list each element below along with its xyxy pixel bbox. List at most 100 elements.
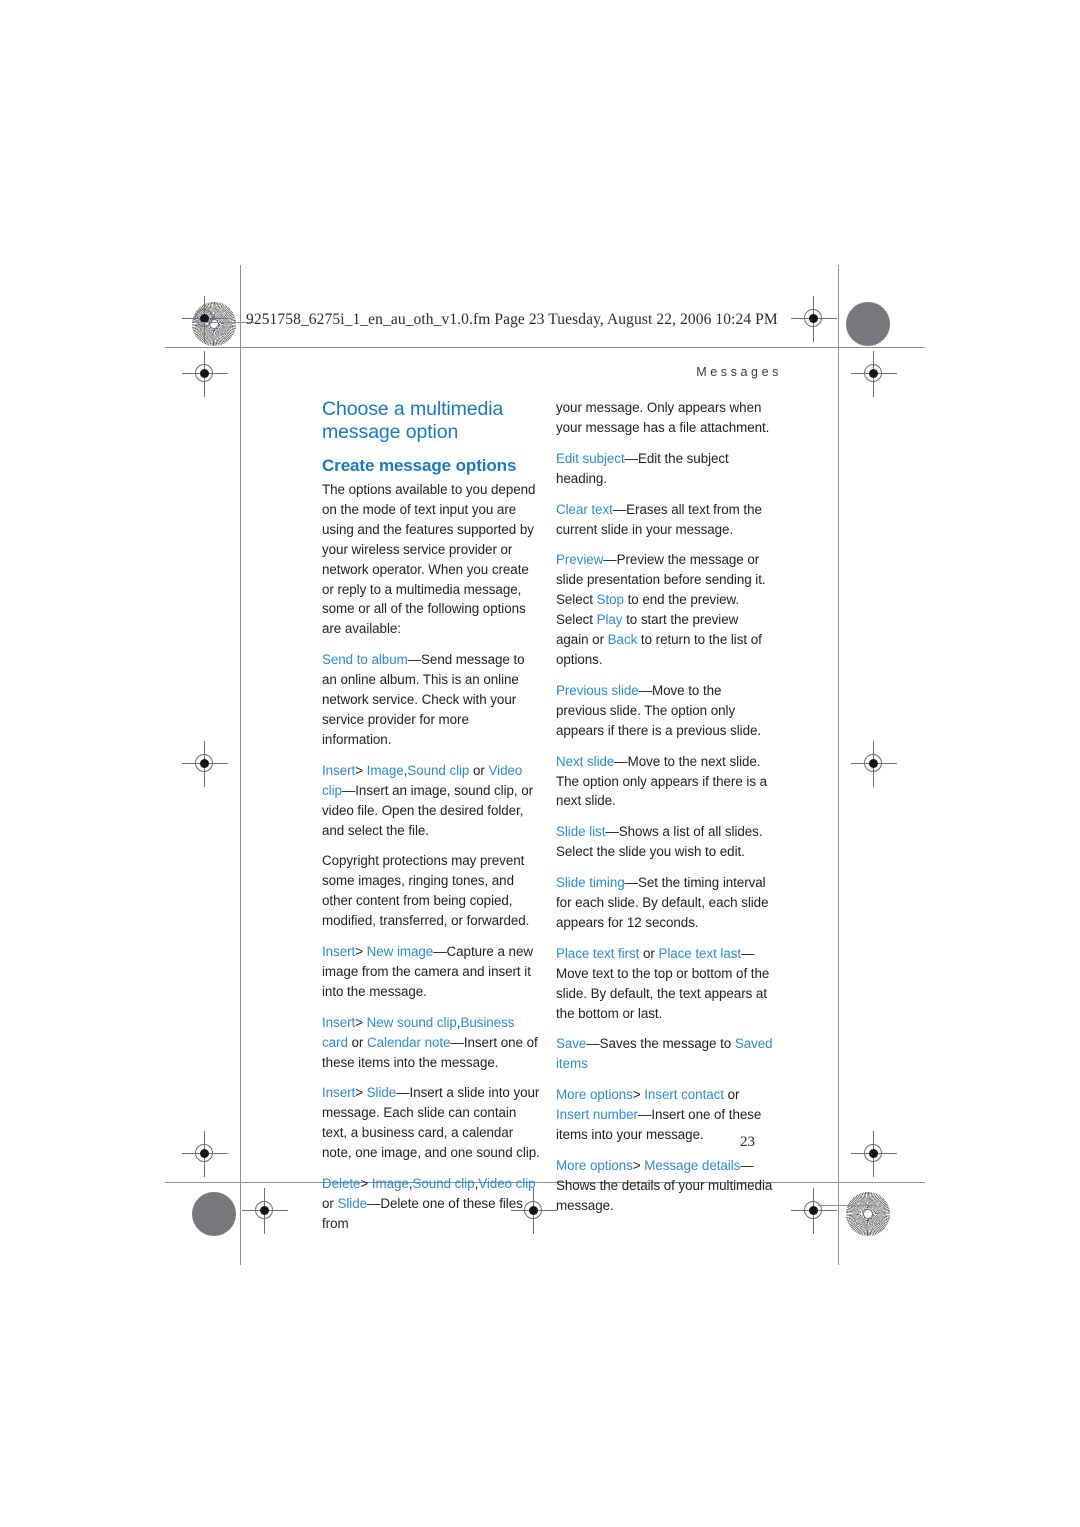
paragraph-next-slide: Next slide—Move to the next slide. The o…: [556, 752, 774, 812]
body-text: or: [639, 945, 659, 961]
menu-term: Save: [556, 1036, 587, 1052]
menu-term: More options: [556, 1158, 633, 1173]
right-column: your message. Only appears when your mes…: [556, 398, 774, 1216]
body-text: >: [632, 1158, 641, 1173]
registration-target-top-right-lower: [851, 351, 897, 397]
paragraph-edit-subject: Edit subject—Edit the subject heading.: [556, 449, 774, 489]
dash-separator: —: [624, 450, 638, 466]
menu-term: Message details: [640, 1158, 741, 1173]
menu-term: New sound clip: [362, 1014, 457, 1030]
dash-separator: —: [741, 945, 755, 961]
trim-line-bottom-short-right: [818, 1205, 876, 1207]
dash-separator: —: [586, 1036, 600, 1052]
registration-target-mid-right: [851, 741, 897, 787]
body-text: Copyright protections may prevent some i…: [322, 853, 530, 929]
paragraph-preview: Preview—Preview the message or slide pre…: [556, 550, 774, 669]
paragraph-insert-image: Insert> Image,Sound clip or Video clip—I…: [322, 761, 540, 841]
menu-term: Stop: [596, 592, 624, 608]
trim-line-left-vertical: [240, 265, 242, 1265]
menu-term: Insert: [322, 762, 356, 778]
trim-line-top-horizontal: [165, 347, 925, 349]
gray-density-patch-bottom-left: [192, 1192, 236, 1236]
body-text: >: [632, 1087, 641, 1103]
trim-line-bottom-horizontal: [165, 1182, 925, 1184]
dash-separator: —: [407, 652, 422, 668]
menu-term: Insert: [322, 944, 356, 960]
menu-term: Place text last: [658, 945, 742, 961]
paragraph-clear-text: Clear text—Erases all text from the curr…: [556, 500, 774, 540]
body-text: Shows the details of your multimedia mes…: [556, 1177, 773, 1213]
menu-term: Sound clip: [412, 1176, 475, 1192]
menu-term: Insert number: [556, 1107, 638, 1123]
menu-term: Insert: [322, 1014, 356, 1030]
paragraph-slide-list: Slide list—Shows a list of all slides. S…: [556, 822, 774, 862]
registration-target-bottom-left-lower: [242, 1188, 288, 1234]
right-column-paragraphs: your message. Only appears when your mes…: [556, 398, 774, 1216]
paragraph-more-options-message-details: More options> Message details— Shows the …: [556, 1156, 774, 1216]
menu-term: Back: [607, 632, 638, 648]
paragraph-send-to-album: Send to album—Send message to an online …: [322, 650, 540, 750]
body-text: Move text to the top or bottom of the sl…: [556, 965, 770, 1021]
dash-separator: —: [605, 824, 619, 840]
paragraph-save: Save—Saves the message to Saved items: [556, 1034, 774, 1074]
registration-target-bottom-right-lower: [791, 1188, 837, 1234]
page-title: Choose a multimedia message option: [322, 398, 504, 443]
registration-target-bottom-right: [851, 1131, 897, 1177]
paragraph-delete: Delete> Image,Sound clip,Video clip or S…: [322, 1174, 540, 1234]
registration-target-top-slug: [182, 296, 228, 342]
paragraph-intro: The options available to you depend on t…: [322, 480, 540, 639]
menu-term: Calendar note: [367, 1034, 451, 1050]
registration-target-top-left: [182, 351, 228, 397]
body-text: The options available to you depend on t…: [322, 482, 536, 637]
registration-target-bottom-left: [182, 1131, 228, 1177]
body-text: >: [355, 1014, 363, 1030]
body-text: or: [322, 1196, 338, 1212]
file-slug-line: 9251758_6275i_1_en_au_oth_v1.0.fm Page 2…: [246, 311, 778, 328]
paragraph-insert-new-sound-clip: Insert> New sound clip,Business card or …: [322, 1013, 540, 1073]
menu-term: Place text first: [556, 945, 640, 961]
menu-term: Previous slide: [556, 682, 639, 698]
dash-separator: —: [637, 1107, 652, 1123]
dash-separator: —: [603, 552, 617, 568]
left-column-paragraphs: The options available to you depend on t…: [322, 480, 540, 1234]
paragraph-place-text: Place text first or Place text last— Move…: [556, 944, 774, 1024]
menu-term: Image: [368, 1176, 409, 1192]
menu-term: Insert: [322, 1085, 356, 1101]
dash-separator: —: [450, 1034, 464, 1050]
paragraph-continuation: your message. Only appears when your mes…: [556, 398, 774, 438]
dash-separator: —: [341, 782, 356, 798]
menu-term: Slide: [362, 1085, 397, 1101]
menu-term: Preview: [556, 552, 604, 568]
dash-separator: —: [740, 1158, 754, 1173]
left-column: Choose a multimedia message option Creat…: [322, 398, 540, 1234]
dash-separator: —: [624, 875, 638, 891]
section-subtitle: Create message options: [322, 455, 517, 475]
starburst-registration-mark-bottom-right: [846, 1192, 890, 1236]
gray-density-patch-top-right: [846, 302, 890, 346]
body-text: >: [355, 762, 363, 778]
menu-term: Slide: [337, 1196, 368, 1212]
menu-term: New image: [362, 944, 434, 960]
printed-page: 9251758_6275i_1_en_au_oth_v1.0.fm Page 2…: [0, 0, 1080, 1527]
menu-term: Next slide: [556, 753, 615, 769]
menu-term: Slide timing: [556, 875, 625, 891]
dash-separator: —: [638, 682, 653, 698]
body-text: >: [355, 944, 363, 960]
registration-target-mid-left: [182, 741, 228, 787]
trim-line-right-vertical: [838, 265, 840, 1265]
page-number: 23: [740, 1134, 755, 1150]
menu-term: More options: [556, 1087, 633, 1103]
running-head-messages: Messages: [696, 365, 782, 379]
body-text: or: [347, 1034, 368, 1050]
paragraph-copyright: Copyright protections may prevent some i…: [322, 851, 540, 931]
paragraph-insert-slide: Insert> Slide—Insert a slide into your m…: [322, 1083, 540, 1163]
dash-separator: —: [433, 944, 447, 960]
dash-separator: —: [612, 501, 627, 517]
body-text: or: [723, 1087, 740, 1103]
menu-term: Sound clip: [407, 762, 470, 778]
menu-term: Edit subject: [556, 450, 625, 466]
menu-term: Slide list: [556, 824, 606, 840]
menu-term: Play: [596, 612, 623, 628]
paragraph-insert-new-image: Insert> New image—Capture a new image fr…: [322, 942, 540, 1002]
body-text: >: [355, 1085, 363, 1101]
